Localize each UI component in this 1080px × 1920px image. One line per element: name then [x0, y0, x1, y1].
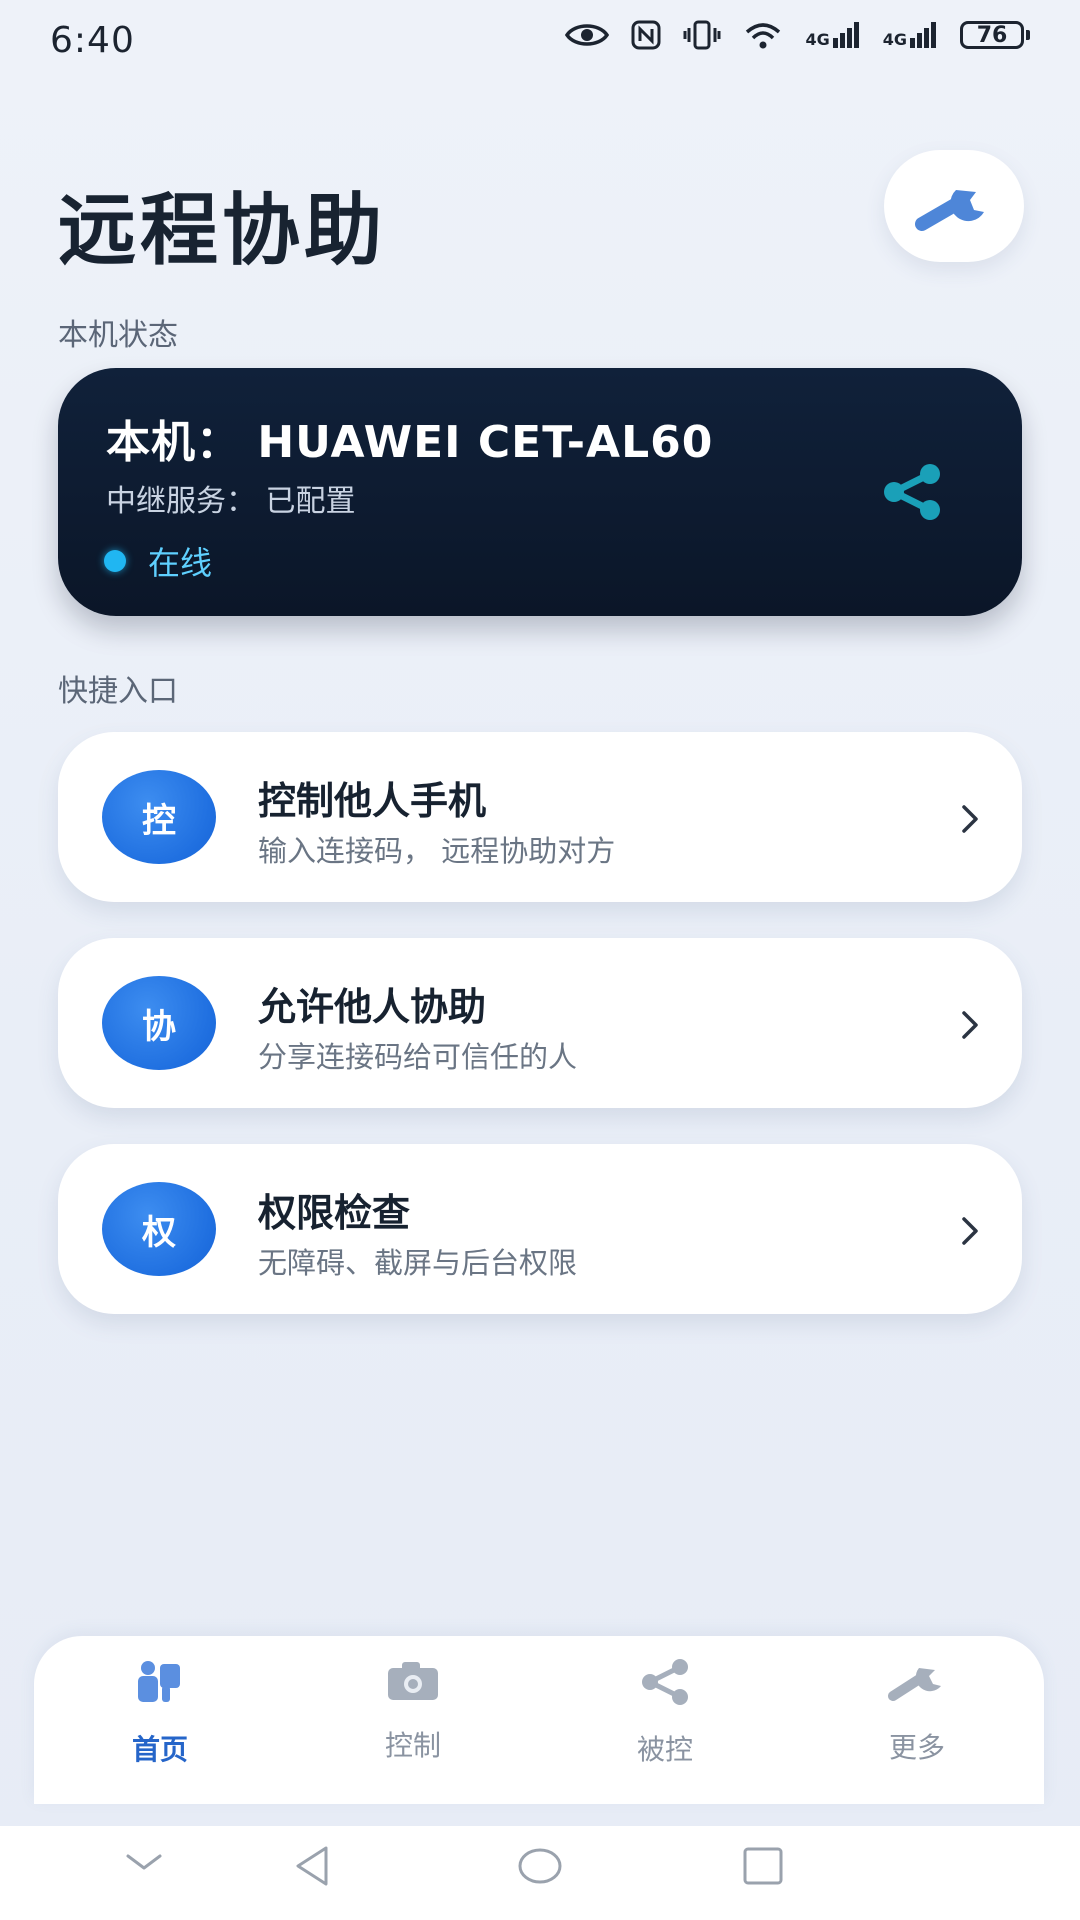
tab-more[interactable]: 更多 — [842, 1658, 992, 1798]
signal-icon — [910, 22, 936, 48]
chevron-right-icon — [962, 1217, 978, 1245]
device-name: 本机： HUAWEI CET-AL60 — [106, 417, 714, 468]
tab-home[interactable]: 首页 — [85, 1658, 235, 1798]
chevron-right-icon — [962, 1011, 978, 1039]
status-time: 6:40 — [50, 20, 135, 61]
eye-icon — [565, 24, 610, 46]
quick-item-subtitle: 无障碍、截屏与后台权限 — [258, 1246, 578, 1280]
settings-button[interactable] — [884, 150, 1024, 262]
signal-1: 4G — [805, 22, 860, 48]
tab-label: 控制 — [384, 1729, 441, 1762]
device-status-card: 本机： HUAWEI CET-AL60 中继服务： 已配置 在线 — [58, 368, 1022, 616]
quick-item-title: 控制他人手机 — [258, 779, 487, 823]
quick-section-label: 快捷入口 — [58, 674, 178, 709]
recents-icon[interactable] — [742, 1846, 784, 1886]
permission-icon: 权 — [102, 1182, 216, 1276]
bottom-nav: 首页 控制 被控 更多 — [34, 1636, 1044, 1804]
camera-icon — [388, 1662, 438, 1700]
battery-indicator: 76 — [960, 21, 1030, 49]
quick-item-subtitle: 输入连接码， 远程协助对方 — [258, 834, 616, 868]
tab-label: 更多 — [888, 1731, 945, 1764]
quick-item-subtitle: 分享连接码给可信任的人 — [258, 1040, 578, 1074]
vibrate-icon — [683, 20, 721, 50]
quick-item-title: 允许他人协助 — [258, 985, 487, 1029]
battery-level: 76 — [960, 21, 1024, 49]
chevron-right-icon — [962, 805, 978, 833]
collapse-chevron-icon[interactable] — [124, 1848, 164, 1878]
tab-controlled[interactable]: 被控 — [590, 1658, 740, 1798]
share-icon — [642, 1659, 688, 1705]
back-icon[interactable] — [292, 1844, 332, 1888]
home-circle-icon[interactable] — [516, 1846, 564, 1886]
quick-item-control[interactable]: 控 控制他人手机 输入连接码， 远程协助对方 — [58, 732, 1022, 902]
quick-item-assist[interactable]: 协 允许他人协助 分享连接码给可信任的人 — [58, 938, 1022, 1108]
online-indicator — [104, 550, 126, 572]
page-title: 远程协助 — [58, 186, 387, 276]
control-icon: 控 — [102, 770, 216, 864]
share-icon — [884, 464, 940, 520]
wrench-icon — [888, 1668, 941, 1701]
tab-label: 被控 — [636, 1733, 693, 1766]
signal-icon — [832, 22, 859, 48]
tab-label: 首页 — [131, 1733, 188, 1766]
assist-icon: 协 — [102, 976, 216, 1070]
device-section-label: 本机状态 — [58, 318, 178, 353]
status-icons: 4G 4G 76 — [565, 20, 1030, 50]
system-nav-bar — [0, 1826, 1080, 1920]
network-label: 4G — [805, 30, 830, 49]
wifi-icon — [746, 23, 781, 49]
relay-status: 中继服务： 已配置 — [106, 484, 356, 519]
home-icon — [138, 1661, 180, 1702]
nfc-icon — [631, 20, 661, 50]
tab-control[interactable]: 控制 — [338, 1658, 488, 1798]
quick-item-permissions[interactable]: 权 权限检查 无障碍、截屏与后台权限 — [58, 1144, 1022, 1314]
online-status: 在线 — [148, 544, 213, 582]
signal-2: 4G — [883, 22, 938, 48]
share-button[interactable] — [880, 464, 944, 524]
quick-item-title: 权限检查 — [258, 1191, 411, 1235]
wrench-icon — [915, 190, 984, 231]
network-label: 4G — [882, 30, 907, 49]
